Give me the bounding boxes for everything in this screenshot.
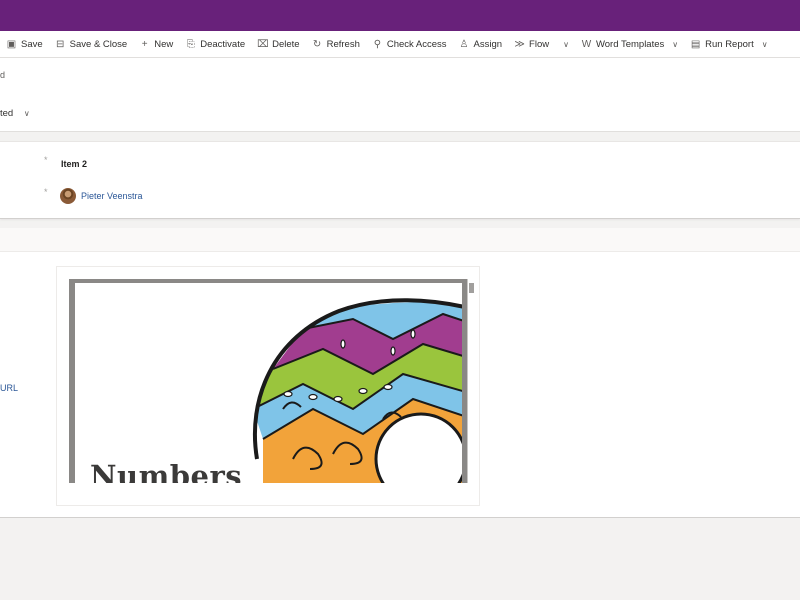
assign-button[interactable]: ♙ Assign bbox=[453, 31, 509, 57]
decorative-number-artwork bbox=[252, 298, 462, 483]
deactivate-icon: ⎘ bbox=[186, 38, 195, 50]
record-header: d ted ∨ bbox=[0, 58, 800, 132]
flow-label: Flow bbox=[529, 38, 550, 50]
section-divider bbox=[0, 228, 800, 252]
check-access-button[interactable]: ⚲ Check Access bbox=[366, 31, 453, 57]
delete-button[interactable]: ⌧ Delete bbox=[251, 31, 305, 57]
word-icon: W bbox=[581, 38, 592, 50]
save-close-button[interactable]: ⊟ Save & Close bbox=[49, 31, 134, 57]
required-marker: * bbox=[44, 155, 48, 165]
chevron-down-icon[interactable]: ∨ bbox=[563, 40, 569, 49]
save-button[interactable]: ▣ Save bbox=[0, 31, 49, 57]
report-icon: ▤ bbox=[690, 38, 701, 50]
form-selector-label: ted bbox=[0, 108, 14, 119]
trash-icon: ⌧ bbox=[257, 38, 269, 50]
run-report-button[interactable]: ▤ Run Report ∨ bbox=[684, 31, 773, 57]
owner-field[interactable]: Pieter Veenstra bbox=[60, 188, 143, 204]
new-button[interactable]: + New bbox=[133, 31, 179, 57]
save-close-label: Save & Close bbox=[69, 38, 128, 50]
flow-button[interactable]: ≫ Flow ∨ bbox=[508, 31, 575, 57]
document-title: Numbers bbox=[90, 459, 243, 483]
chevron-down-icon[interactable]: ∨ bbox=[762, 40, 768, 49]
page-background bbox=[0, 518, 800, 600]
plus-icon: + bbox=[141, 38, 148, 50]
word-templates-button[interactable]: W Word Templates ∨ bbox=[575, 31, 684, 57]
save-close-icon: ⊟ bbox=[55, 38, 65, 50]
person-icon: ♙ bbox=[459, 38, 469, 50]
save-icon: ▣ bbox=[6, 38, 17, 50]
assign-label: Assign bbox=[473, 38, 503, 50]
chevron-down-icon: ∨ bbox=[23, 109, 30, 118]
required-marker: * bbox=[44, 187, 48, 197]
new-label: New bbox=[154, 38, 174, 50]
word-templates-label: Word Templates bbox=[595, 38, 665, 50]
delete-label: Delete bbox=[272, 38, 300, 50]
refresh-label: Refresh bbox=[326, 38, 360, 50]
avatar bbox=[60, 188, 76, 204]
viewer-scrollbar[interactable] bbox=[467, 279, 475, 483]
record-subtitle: d bbox=[0, 70, 6, 80]
flow-icon: ≫ bbox=[514, 38, 525, 50]
refresh-icon: ↻ bbox=[312, 38, 322, 50]
scrollbar-thumb[interactable] bbox=[469, 283, 474, 293]
app-top-bar bbox=[0, 0, 800, 31]
command-bar: ▣ Save ⊟ Save & Close + New ⎘ Deactivate… bbox=[0, 31, 800, 58]
general-section: * Item 2 * Pieter Veenstra bbox=[0, 141, 800, 219]
owner-link[interactable]: Pieter Veenstra bbox=[81, 191, 143, 201]
save-label: Save bbox=[21, 38, 43, 50]
check-access-label: Check Access bbox=[386, 38, 447, 50]
deactivate-button[interactable]: ⎘ Deactivate bbox=[179, 31, 251, 57]
document-section: URL Numbers bbox=[0, 252, 800, 518]
chevron-down-icon[interactable]: ∨ bbox=[672, 40, 678, 49]
refresh-button[interactable]: ↻ Refresh bbox=[306, 31, 366, 57]
document-page: Numbers bbox=[75, 283, 462, 483]
document-preview: Numbers bbox=[56, 266, 480, 506]
check-access-icon: ⚲ bbox=[373, 38, 382, 50]
form-selector[interactable]: ted ∨ bbox=[0, 108, 30, 119]
run-report-label: Run Report bbox=[705, 38, 754, 50]
pdf-viewer[interactable]: Numbers bbox=[69, 279, 475, 483]
deactivate-label: Deactivate bbox=[200, 38, 246, 50]
name-field[interactable]: Item 2 bbox=[61, 159, 87, 169]
url-field-label: URL bbox=[0, 383, 19, 393]
